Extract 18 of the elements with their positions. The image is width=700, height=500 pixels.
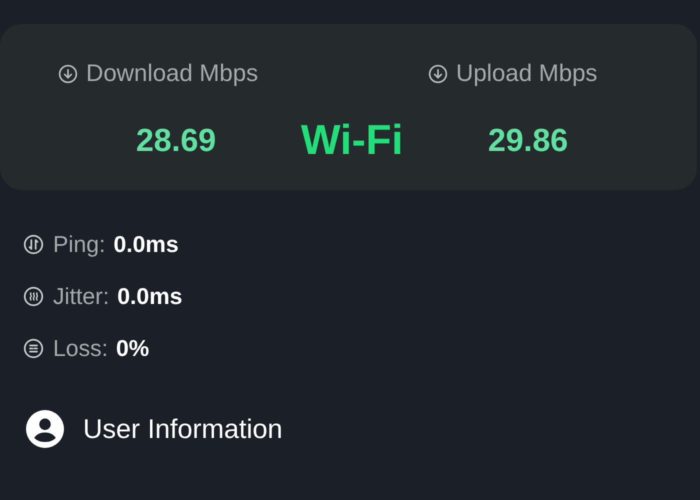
stat-label: Jitter: xyxy=(53,282,110,310)
jitter-icon xyxy=(23,286,44,306)
ping-icon xyxy=(23,234,44,254)
speed-label: Download Mbps xyxy=(86,60,258,88)
stat-label: Ping: xyxy=(53,230,106,258)
loss-icon xyxy=(23,338,44,358)
section-title: User Information xyxy=(83,414,283,444)
user-icon xyxy=(26,410,64,448)
download-icon xyxy=(58,64,78,84)
stat-label: Loss: xyxy=(53,334,108,362)
stat-value: 0.0ms xyxy=(113,230,179,258)
stat-value: 0% xyxy=(116,334,150,362)
download-speed: 28.69 xyxy=(136,122,216,158)
upload-speed: 29.86 xyxy=(488,122,568,158)
speed-label: Upload Mbps xyxy=(456,60,598,88)
stat-value: 0.0ms xyxy=(117,282,182,310)
connection-type: Wi-Fi xyxy=(300,116,404,164)
download-icon xyxy=(428,64,448,84)
